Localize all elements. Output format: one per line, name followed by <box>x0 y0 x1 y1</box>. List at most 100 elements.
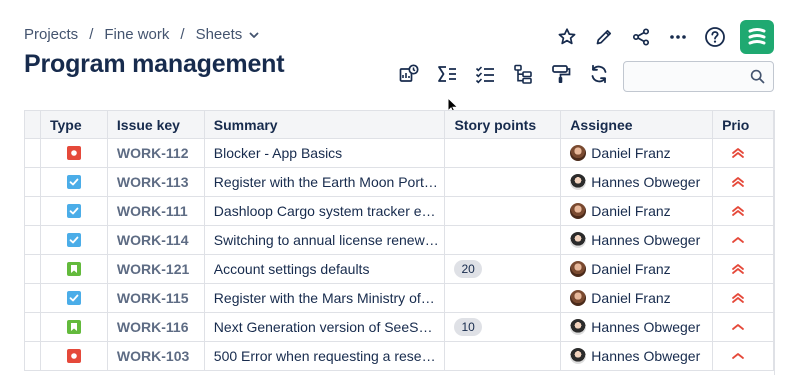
story-points-cell[interactable] <box>445 168 562 196</box>
table-row[interactable]: WORK-103 500 Error when requesting a rese… <box>25 342 775 371</box>
row-handle[interactable] <box>25 313 41 341</box>
hierarchy-icon[interactable] <box>511 62 535 86</box>
scrollbar[interactable] <box>774 110 780 375</box>
table-row[interactable]: WORK-112 Blocker - App Basics Daniel Franz <box>25 139 775 168</box>
assignee-cell[interactable]: Daniel Franz <box>561 139 714 167</box>
issue-key[interactable]: WORK-116 <box>117 319 189 335</box>
app-logo-icon[interactable] <box>740 20 774 54</box>
priority-cell[interactable] <box>713 226 775 254</box>
search-input[interactable] <box>624 62 744 90</box>
row-handle[interactable] <box>25 197 41 225</box>
assignee-cell[interactable]: Daniel Franz <box>561 284 714 312</box>
table-header: Type Issue key Summary Story points Assi… <box>25 111 775 139</box>
assignee-cell[interactable]: Hannes Obweger <box>561 168 714 196</box>
summary-cell[interactable]: Account settings defaults <box>205 255 446 283</box>
priority-cell[interactable] <box>713 342 775 370</box>
summary-cell[interactable]: Register with the Mars Ministry of… <box>205 284 446 312</box>
story-points-cell[interactable] <box>445 342 562 370</box>
issue-key-cell[interactable]: WORK-113 <box>108 168 205 196</box>
priority-cell[interactable] <box>713 284 775 312</box>
story-points-cell[interactable] <box>445 197 562 225</box>
row-handle[interactable] <box>25 342 41 370</box>
row-handle[interactable] <box>25 284 41 312</box>
story-points-cell[interactable] <box>445 139 562 167</box>
overview-icon[interactable] <box>397 62 421 86</box>
refresh-icon[interactable] <box>587 62 611 86</box>
assignee-cell[interactable]: Hannes Obweger <box>561 226 714 254</box>
issue-key[interactable]: WORK-115 <box>117 290 189 306</box>
table-row[interactable]: WORK-116 Next Generation version of SeeSp… <box>25 313 775 342</box>
table-row[interactable]: WORK-115 Register with the Mars Ministry … <box>25 284 775 313</box>
column-header-prio[interactable]: Prio <box>713 111 775 138</box>
help-icon[interactable] <box>703 25 727 49</box>
format-paint-icon[interactable] <box>549 62 573 86</box>
share-icon[interactable] <box>629 25 653 49</box>
more-icon[interactable] <box>666 25 690 49</box>
search-box[interactable] <box>623 61 774 92</box>
type-cell[interactable] <box>41 342 108 370</box>
chevron-down-icon[interactable] <box>248 29 260 41</box>
column-header-assignee[interactable]: Assignee <box>561 111 714 138</box>
table-row[interactable]: WORK-121 Account settings defaults 20 Danie… <box>25 255 775 284</box>
type-cell[interactable] <box>41 139 108 167</box>
column-header-type[interactable]: Type <box>41 111 108 138</box>
issue-key-cell[interactable]: WORK-114 <box>108 226 205 254</box>
row-handle[interactable] <box>25 226 41 254</box>
summary-cell[interactable]: Switching to annual license renew… <box>205 226 446 254</box>
checklist-icon[interactable] <box>473 62 497 86</box>
issue-key-cell[interactable]: WORK-116 <box>108 313 205 341</box>
assignee-cell[interactable]: Daniel Franz <box>561 197 714 225</box>
edit-icon[interactable] <box>592 25 616 49</box>
priority-cell[interactable] <box>713 139 775 167</box>
type-cell[interactable] <box>41 197 108 225</box>
summary-cell[interactable]: Next Generation version of SeeSp… <box>205 313 446 341</box>
breadcrumb-fine-work[interactable]: Fine work <box>104 26 169 43</box>
issue-key-cell[interactable]: WORK-103 <box>108 342 205 370</box>
sum-icon[interactable] <box>435 62 459 86</box>
type-cell[interactable] <box>41 313 108 341</box>
priority-cell[interactable] <box>713 313 775 341</box>
issue-key[interactable]: WORK-113 <box>117 174 189 190</box>
search-icon[interactable] <box>750 69 765 89</box>
priority-cell[interactable] <box>713 255 775 283</box>
column-header-summary[interactable]: Summary <box>205 111 446 138</box>
breadcrumb-projects[interactable]: Projects <box>24 26 78 43</box>
issue-key-cell[interactable]: WORK-121 <box>108 255 205 283</box>
story-points-cell[interactable]: 10 <box>445 313 562 341</box>
row-handle[interactable] <box>25 139 41 167</box>
summary-cell[interactable]: Register with the Earth Moon Port… <box>205 168 446 196</box>
column-header-issue-key[interactable]: Issue key <box>108 111 205 138</box>
breadcrumb-sheets[interactable]: Sheets <box>196 26 243 43</box>
issue-key[interactable]: WORK-112 <box>117 145 189 161</box>
column-header-story-points[interactable]: Story points <box>445 111 562 138</box>
summary-cell[interactable]: Blocker - App Basics <box>205 139 446 167</box>
priority-cell[interactable] <box>713 168 775 196</box>
type-cell[interactable] <box>41 226 108 254</box>
assignee-cell[interactable]: Daniel Franz <box>561 255 714 283</box>
issue-key[interactable]: WORK-121 <box>117 261 189 277</box>
story-points-cell[interactable]: 20 <box>445 255 562 283</box>
table-row[interactable]: WORK-114 Switching to annual license rene… <box>25 226 775 255</box>
star-icon[interactable] <box>555 25 579 49</box>
story-points-cell[interactable] <box>445 226 562 254</box>
bug-type-icon <box>66 349 81 363</box>
assignee-cell[interactable]: Hannes Obweger <box>561 313 714 341</box>
table-row[interactable]: WORK-113 Register with the Earth Moon Por… <box>25 168 775 197</box>
issue-key[interactable]: WORK-114 <box>117 232 189 248</box>
issue-key[interactable]: WORK-111 <box>117 203 188 219</box>
summary-cell[interactable]: Dashloop Cargo system tracker e… <box>205 197 446 225</box>
type-cell[interactable] <box>41 255 108 283</box>
row-handle[interactable] <box>25 168 41 196</box>
type-cell[interactable] <box>41 284 108 312</box>
issue-key[interactable]: WORK-103 <box>117 348 189 364</box>
table-row[interactable]: WORK-111 Dashloop Cargo system tracker e…… <box>25 197 775 226</box>
row-handle[interactable] <box>25 255 41 283</box>
story-points-cell[interactable] <box>445 284 562 312</box>
issue-key-cell[interactable]: WORK-111 <box>108 197 205 225</box>
summary-cell[interactable]: 500 Error when requesting a rese… <box>205 342 446 370</box>
assignee-cell[interactable]: Hannes Obweger <box>561 342 714 370</box>
type-cell[interactable] <box>41 168 108 196</box>
issue-key-cell[interactable]: WORK-112 <box>108 139 205 167</box>
issue-key-cell[interactable]: WORK-115 <box>108 284 205 312</box>
priority-cell[interactable] <box>713 197 775 225</box>
